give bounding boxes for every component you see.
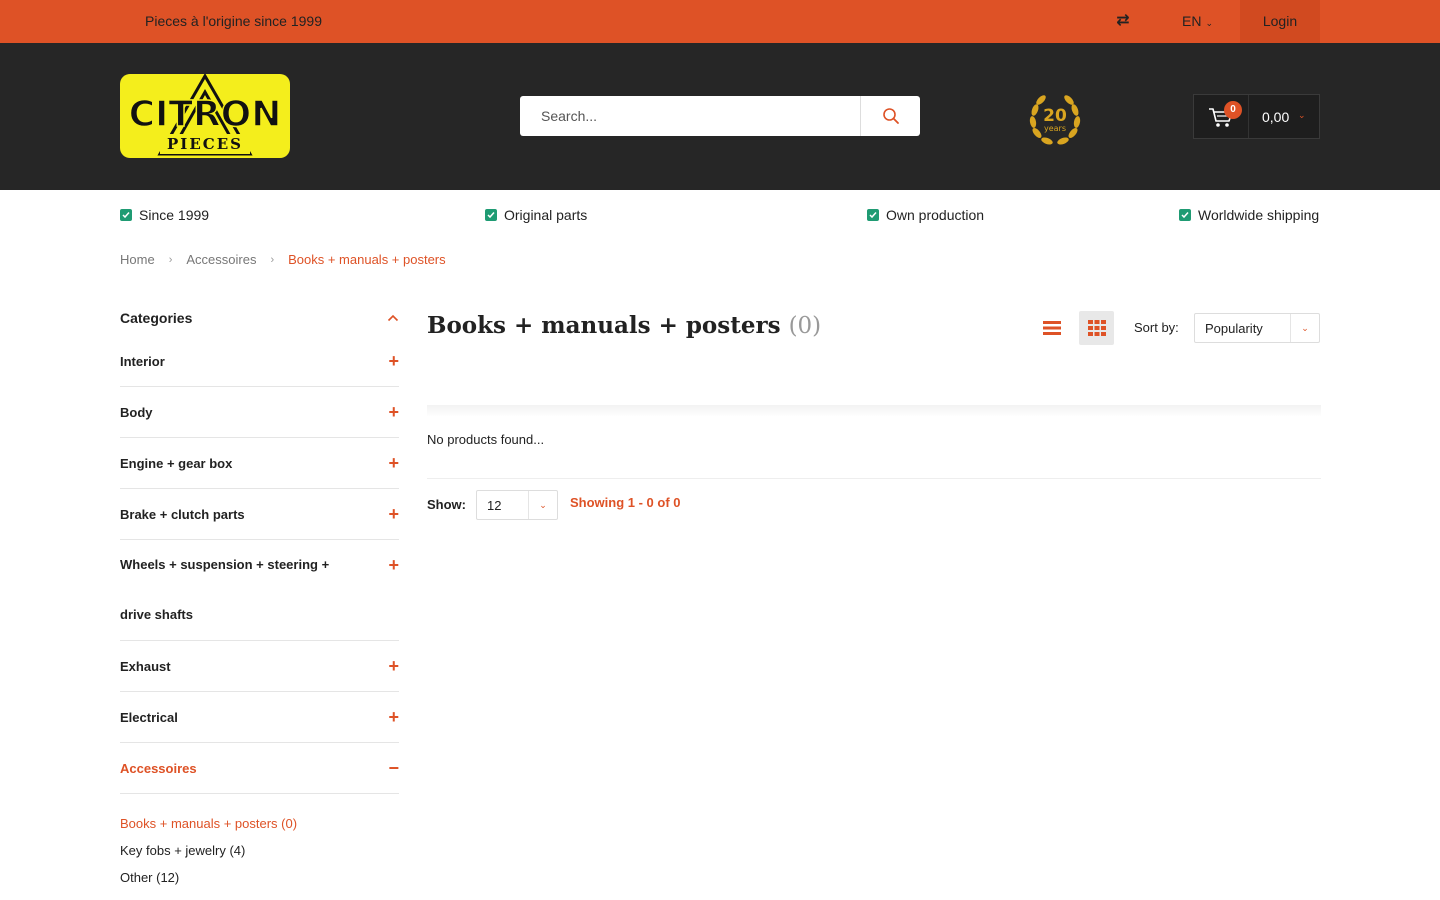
check-icon [867,209,879,221]
logo-subtext: PIECES [167,135,243,153]
compare-icon[interactable]: ⇄ [1114,12,1132,30]
page-title: Books + manuals + posters (0) [427,312,822,339]
category-label: Exhaust [120,658,171,674]
laurel-icon: 20 years [1029,95,1081,145]
category-label: Electrical [120,709,178,725]
usp-label: Since 1999 [139,207,210,223]
usp-item: Original parts [485,207,587,223]
grid-view-icon [1087,320,1106,336]
categories-heading: Categories [120,310,193,326]
usp-item: Since 1999 [120,207,209,223]
chevron-up-icon [387,314,399,322]
category-item-exhaust[interactable]: Exhaust + [120,641,399,692]
empty-message: No products found... [427,432,545,447]
minus-icon[interactable]: − [388,759,399,777]
cart-button[interactable]: 0 0,00 ⌄ [1193,94,1320,139]
breadcrumb-current: Books + manuals + posters [288,252,446,267]
category-item-electrical[interactable]: Electrical + [120,692,399,743]
sort-by-label: Sort by: [1134,320,1179,335]
per-page-value: 12 [487,498,502,513]
anniversary-label: years [1044,124,1066,133]
plus-icon[interactable]: + [388,352,399,370]
categories-header[interactable]: Categories [120,300,399,336]
search-icon [882,108,899,124]
search-button[interactable] [860,96,920,136]
category-item-brake[interactable]: Brake + clutch parts + [120,489,399,540]
sort-select[interactable]: Popularity ⌄ [1194,313,1320,343]
plus-icon[interactable]: + [388,708,399,726]
search-bar [520,96,920,136]
products-bottom-divider [427,478,1321,479]
anniversary-number: 20 [1043,106,1067,126]
tagline: Pieces à l'origine since 1999 [145,13,323,29]
site-header: CITRON PIECES Search... 20 years 0 0,00 … [0,43,1440,190]
chevron-down-icon: ⌄ [528,491,557,519]
check-icon [1179,209,1191,221]
plus-icon[interactable]: + [388,505,399,523]
language-selector[interactable]: EN ⌄ [1182,13,1213,29]
search-input[interactable] [520,96,860,136]
usp-item: Own production [867,207,984,223]
breadcrumb-separator: › [270,254,275,266]
usp-item: Worldwide shipping [1179,207,1319,223]
category-label: Body [120,404,153,420]
sort-value: Popularity [1205,321,1263,336]
breadcrumb-separator: › [168,254,173,266]
category-item-accessoires[interactable]: Accessoires − [120,743,399,794]
category-sidebar: Categories Interior + Body + Engine + ge… [120,300,399,896]
top-bar: Pieces à l'origine since 1999 ⇄ EN ⌄ Logi… [0,0,1440,43]
category-label: Accessoires [120,760,197,776]
cart-total: 0,00 [1262,109,1290,125]
products-top-divider [427,405,1321,417]
subcategory-item[interactable]: Key fobs + jewelry (4) [120,842,399,869]
usp-label: Worldwide shipping [1198,207,1320,223]
list-view-icon [1043,321,1061,335]
site-logo[interactable]: CITRON PIECES [120,74,290,158]
check-icon [120,209,132,221]
plus-icon[interactable]: + [388,403,399,421]
breadcrumb-parent[interactable]: Accessoires [186,252,256,268]
chevron-down-icon: ⌄ [1298,110,1306,120]
category-item-wheels[interactable]: Wheels + suspension + steering + drive sh… [120,540,399,641]
check-icon [485,209,497,221]
anniversary-badge: 20 years [1025,88,1085,148]
login-button[interactable]: Login [1240,0,1320,43]
grid-view-button[interactable] [1079,311,1114,345]
subcategory-item[interactable]: Books + manuals + posters (0) [120,815,399,842]
category-label: Interior [120,353,165,369]
show-label: Show: [427,497,466,512]
logo-graphic: CITRON PIECES [128,74,282,156]
chevron-down-icon: ⌄ [1290,314,1319,342]
subcategory-item[interactable]: Other (12) [120,869,399,896]
pagination-summary: Showing 1 - 0 of 0 [570,495,681,510]
cart-count-badge: 0 [1224,101,1242,119]
language-label: EN [1182,13,1202,29]
plus-icon[interactable]: + [388,556,399,574]
usp-label: Original parts [504,207,588,223]
breadcrumb-home[interactable]: Home [120,252,155,268]
product-count: (0) [788,313,822,339]
breadcrumb: Home › Accessoires › Books + manuals + p… [120,252,460,268]
category-label: Brake + clutch parts [120,506,245,522]
plus-icon[interactable]: + [388,454,399,472]
category-label: Engine + gear box [120,455,233,471]
cart-divider [1248,95,1249,138]
usp-bar: Since 1999 Original parts Own production… [0,190,1440,240]
chevron-down-icon: ⌄ [1205,18,1213,28]
list-view-button[interactable] [1040,318,1064,338]
usp-label: Own production [886,207,985,223]
per-page-select[interactable]: 12 ⌄ [476,490,558,520]
logo-text: CITRON [129,94,282,135]
category-label: Wheels + suspension + steering + drive sh… [120,557,330,622]
category-item-interior[interactable]: Interior + [120,336,399,387]
plus-icon[interactable]: + [388,657,399,675]
category-item-engine[interactable]: Engine + gear box + [120,438,399,489]
category-item-body[interactable]: Body + [120,387,399,438]
subcategory-list: Books + manuals + posters (0) Key fobs +… [120,794,399,896]
